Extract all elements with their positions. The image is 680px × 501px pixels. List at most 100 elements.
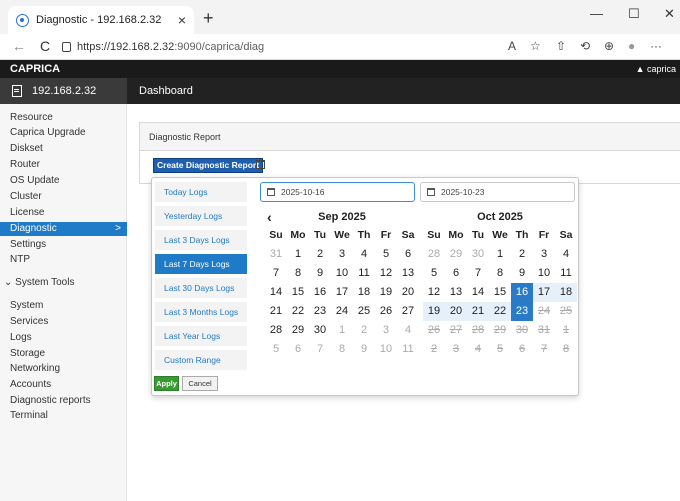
calendar-day[interactable]: 1 <box>555 321 577 340</box>
calendar-day[interactable]: 2 <box>309 245 331 264</box>
calendar-day[interactable]: 12 <box>375 264 397 283</box>
calendar-day[interactable]: 4 <box>353 245 375 264</box>
sidebar-item-diskset[interactable]: Diskset <box>10 142 43 156</box>
calendar-day[interactable]: 9 <box>309 264 331 283</box>
calendar-day[interactable]: 14 <box>265 283 287 302</box>
sidebar-item-system[interactable]: System <box>10 299 43 313</box>
refresh-icon[interactable]: C <box>40 38 50 54</box>
sidebar-item-services[interactable]: Services <box>10 315 48 329</box>
calendar-day[interactable]: 31 <box>533 321 555 340</box>
url-field[interactable]: https://192.168.2.32:9090/caprica/diag <box>62 37 502 57</box>
start-date-input[interactable]: 2025-10-16 <box>260 182 415 202</box>
calendar-day[interactable]: 29 <box>489 321 511 340</box>
calendar-day[interactable]: 6 <box>397 245 419 264</box>
sidebar-item-networking[interactable]: Networking <box>10 362 60 376</box>
history-icon[interactable]: ⟲ <box>580 39 590 53</box>
sidebar-item-caprica-upgrade[interactable]: Caprica Upgrade <box>10 126 86 140</box>
calendar-day[interactable]: 18 <box>353 283 375 302</box>
sidebar-item-ntp[interactable]: NTP <box>10 253 30 267</box>
calendar-day[interactable]: 12 <box>423 283 445 302</box>
calendar-day[interactable]: 6 <box>287 340 309 359</box>
calendar-day[interactable]: 18 <box>555 283 577 302</box>
calendar-day[interactable]: 8 <box>331 340 353 359</box>
device-selector[interactable]: 192.168.2.32 <box>0 78 127 104</box>
tab-close-icon[interactable]: × <box>178 12 186 28</box>
calendar-day[interactable]: 8 <box>555 340 577 359</box>
calendar-day[interactable]: 14 <box>467 283 489 302</box>
calendar-day[interactable]: 2 <box>423 340 445 359</box>
calendar-day[interactable]: 6 <box>511 340 533 359</box>
calendar-day[interactable]: 16 <box>511 283 533 302</box>
calendar-day[interactable]: 4 <box>555 245 577 264</box>
sidebar-item-os-update[interactable]: OS Update <box>10 174 59 188</box>
calendar-day[interactable]: 25 <box>353 302 375 321</box>
calendar-day[interactable]: 30 <box>309 321 331 340</box>
sidebar-item-diagnostic[interactable]: Diagnostic > <box>0 222 127 236</box>
calendar-day[interactable]: 5 <box>423 264 445 283</box>
calendar-day[interactable]: 11 <box>397 340 419 359</box>
calendar-day[interactable]: 24 <box>331 302 353 321</box>
calendar-day[interactable]: 25 <box>555 302 577 321</box>
calendar-day[interactable]: 24 <box>533 302 555 321</box>
calendar-day[interactable]: 17 <box>533 283 555 302</box>
prev-month-icon[interactable]: ‹ <box>267 208 272 226</box>
calendar-day[interactable]: 5 <box>375 245 397 264</box>
calendar-day[interactable]: 28 <box>265 321 287 340</box>
calendar-day[interactable]: 4 <box>397 321 419 340</box>
calendar-day[interactable]: 26 <box>423 321 445 340</box>
range-last-3-days[interactable]: Last 3 Days Logs <box>155 230 247 250</box>
range-custom[interactable]: Custom Range <box>155 350 247 370</box>
profile-avatar-icon[interactable]: ● <box>628 39 635 53</box>
calendar-day[interactable]: 23 <box>511 302 533 321</box>
sidebar-item-license[interactable]: License <box>10 206 44 220</box>
calendar-day[interactable]: 7 <box>467 264 489 283</box>
sidebar-item-router[interactable]: Router <box>10 158 40 172</box>
sidebar-item-terminal[interactable]: Terminal <box>10 409 48 423</box>
range-last-3-months[interactable]: Last 3 Months Logs <box>155 302 247 322</box>
calendar-day[interactable]: 5 <box>265 340 287 359</box>
browser-tab[interactable]: Diagnostic - 192.168.2.32 × <box>8 6 194 34</box>
minimize-icon[interactable]: — <box>590 6 603 21</box>
calendar-day[interactable]: 4 <box>467 340 489 359</box>
calendar-day[interactable]: 22 <box>287 302 309 321</box>
create-diagnostic-report-button[interactable]: Create Diagnostic Report <box>153 158 264 173</box>
calendar-day[interactable]: 10 <box>375 340 397 359</box>
favorites-icon[interactable]: ⇧ <box>556 39 566 53</box>
range-last-30-days[interactable]: Last 30 Days Logs <box>155 278 247 298</box>
user-menu[interactable]: ▲ caprica <box>636 64 676 74</box>
calendar-day[interactable]: 3 <box>445 340 467 359</box>
calendar-day[interactable]: 2 <box>511 245 533 264</box>
sidebar-item-cluster[interactable]: Cluster <box>10 190 42 204</box>
read-aloud-icon[interactable]: A <box>508 39 516 53</box>
calendar-day[interactable]: 30 <box>467 245 489 264</box>
calendar-day[interactable]: 20 <box>397 283 419 302</box>
range-last-year[interactable]: Last Year Logs <box>155 326 247 346</box>
calendar-day[interactable]: 20 <box>445 302 467 321</box>
calendar-day[interactable]: 23 <box>309 302 331 321</box>
calendar-day[interactable]: 11 <box>353 264 375 283</box>
calendar-day[interactable]: 30 <box>511 321 533 340</box>
calendar-day[interactable]: 1 <box>489 245 511 264</box>
calendar-day[interactable]: 17 <box>331 283 353 302</box>
calendar-day[interactable]: 2 <box>353 321 375 340</box>
calendar-day[interactable]: 28 <box>467 321 489 340</box>
calendar-day[interactable]: 13 <box>445 283 467 302</box>
calendar-day[interactable]: 3 <box>533 245 555 264</box>
calendar-day[interactable]: 26 <box>375 302 397 321</box>
calendar-day[interactable]: 13 <box>397 264 419 283</box>
sidebar-item-resource[interactable]: Resource <box>10 111 53 125</box>
sidebar-item-settings[interactable]: Settings <box>10 238 46 252</box>
maximize-icon[interactable]: ☐ <box>628 6 640 22</box>
sidebar-item-logs[interactable]: Logs <box>10 331 32 345</box>
calendar-day[interactable]: 3 <box>331 245 353 264</box>
calendar-day[interactable]: 27 <box>397 302 419 321</box>
calendar-day[interactable]: 22 <box>489 302 511 321</box>
calendar-day[interactable]: 19 <box>375 283 397 302</box>
calendar-icon[interactable] <box>256 160 265 169</box>
calendar-day[interactable]: 19 <box>423 302 445 321</box>
calendar-day[interactable]: 7 <box>533 340 555 359</box>
back-arrow-icon[interactable]: ← <box>12 38 26 54</box>
calendar-day[interactable]: 8 <box>489 264 511 283</box>
window-close-icon[interactable]: ✕ <box>664 6 675 22</box>
calendar-day[interactable]: 10 <box>331 264 353 283</box>
